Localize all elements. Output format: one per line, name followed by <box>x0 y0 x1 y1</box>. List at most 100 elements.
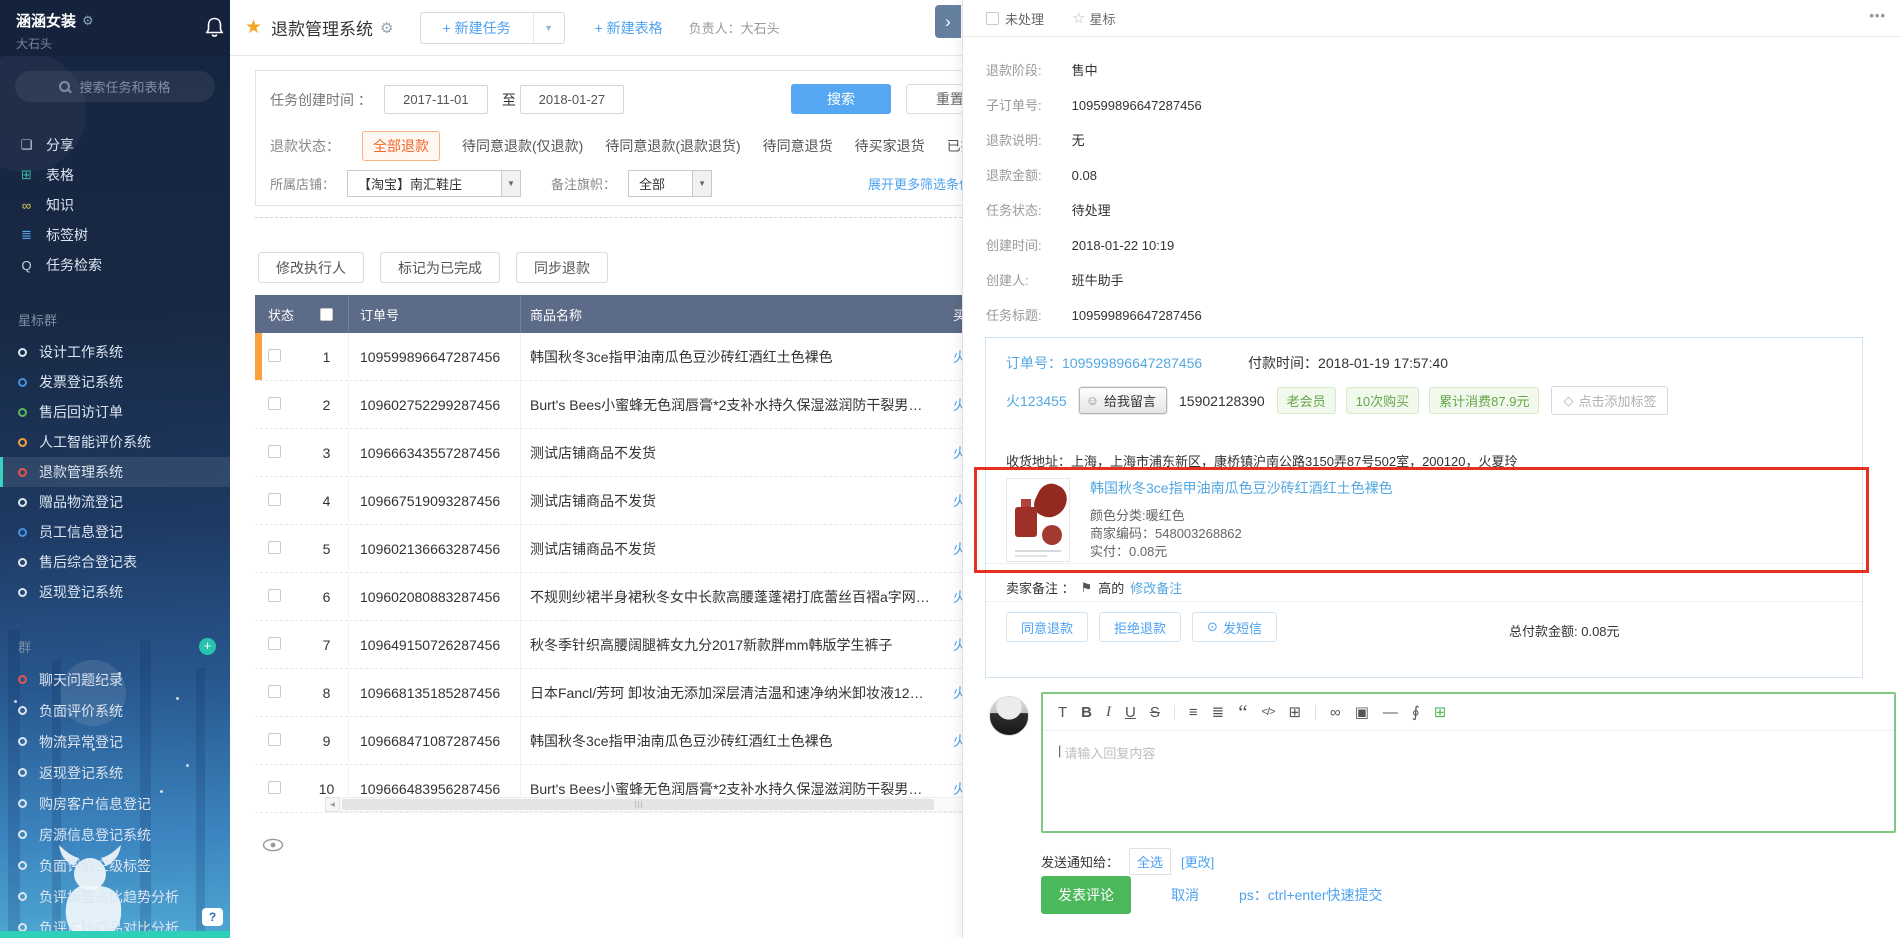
row-checkbox[interactable] <box>268 781 281 794</box>
product-title-link[interactable]: 韩国秋冬3ce指甲油南瓜色豆沙砖红酒红土色裸色 <box>1090 478 1393 498</box>
row-checkbox[interactable] <box>268 541 281 554</box>
strikethrough-icon[interactable]: S <box>1150 705 1160 720</box>
hr-icon[interactable]: — <box>1383 705 1398 720</box>
sidebar-item-tables[interactable]: ⊞ 表格 <box>0 160 230 190</box>
row-checkbox[interactable] <box>268 685 281 698</box>
refund-status-option-active[interactable]: 全部退款 <box>362 131 440 161</box>
table-row[interactable]: 1 109599896647287456 韩国秋冬3ce指甲油南瓜色豆沙砖红酒红… <box>255 333 967 381</box>
bulk-action-button[interactable]: 同步退款 <box>516 252 608 283</box>
scrollbar-thumb[interactable] <box>342 799 934 810</box>
scrollbar-track[interactable] <box>340 797 967 812</box>
help-bubble-icon[interactable]: ? <box>202 908 223 926</box>
sidebar-group-item[interactable]: 返现登记系统 <box>0 757 230 788</box>
sidebar-item-knowledge[interactable]: ∞ 知识 <box>0 190 230 220</box>
notify-change-link[interactable]: [更改] <box>1181 852 1214 871</box>
table-row[interactable]: 4 109667519093287456 测试店铺商品不发货 火 <box>255 477 967 525</box>
unprocessed-checkbox[interactable] <box>986 12 999 25</box>
bulk-action-button[interactable]: 修改执行人 <box>258 252 364 283</box>
date-from-input[interactable]: 2017-11-01 <box>384 85 488 114</box>
sidebar-group-item[interactable]: 退款管理系统 <box>0 457 230 487</box>
sidebar-item-task-search[interactable]: Q 任务检索 <box>0 250 230 280</box>
search-button[interactable]: 搜索 <box>791 84 891 114</box>
notifications-bell-icon[interactable] <box>204 16 225 39</box>
send-sms-button[interactable]: ⊙ 发短信 <box>1192 612 1277 642</box>
reply-input[interactable]: | 请输入回复内容 <box>1043 731 1894 831</box>
leave-message-button[interactable]: ☺ 给我留言 <box>1079 387 1167 414</box>
order-number-link[interactable]: 订单号：109599896647287456 <box>1006 355 1202 371</box>
quote-icon[interactable]: “ <box>1238 708 1247 716</box>
refund-status-option[interactable]: 待同意退货 <box>763 136 833 156</box>
link-icon[interactable]: ∞ <box>1315 705 1341 720</box>
collapse-panel-button[interactable]: › <box>935 5 961 38</box>
row-checkbox[interactable] <box>268 493 281 506</box>
sidebar-group-item[interactable]: 房源信息登记系统 <box>0 819 230 850</box>
unordered-list-icon[interactable]: ≣ <box>1212 705 1225 720</box>
sidebar-group-item[interactable]: 负面评价三级标签 <box>0 850 230 881</box>
code-icon[interactable]: </> <box>1262 707 1275 718</box>
bulk-action-button[interactable]: 标记为已完成 <box>380 252 500 283</box>
buyer-nick-link[interactable]: 火123455 <box>1006 391 1067 411</box>
star-outline-icon[interactable]: ☆ <box>1072 9 1085 27</box>
italic-icon[interactable]: I <box>1106 705 1111 720</box>
horizontal-scrollbar[interactable]: ◂ <box>325 797 967 812</box>
table-row[interactable]: 8 109668135185287456 日本Fancl/芳珂 卸妆油无添加深层… <box>255 669 967 717</box>
emoji-table-icon[interactable]: ⊞ <box>1434 705 1447 720</box>
image-icon[interactable]: ▣ <box>1355 705 1369 720</box>
refuse-refund-button[interactable]: 拒绝退款 <box>1099 612 1181 642</box>
row-checkbox[interactable] <box>268 349 281 362</box>
shop-select[interactable]: 【淘宝】南汇鞋庄 ▼ <box>347 170 521 197</box>
new-table-button[interactable]: + 新建表格 <box>595 18 663 38</box>
table-row[interactable]: 2 109602752299287456 Burt's Bees小蜜蜂无色润唇膏… <box>255 381 967 429</box>
sidebar-group-item[interactable]: 聊天问题纪录 <box>0 664 230 695</box>
post-comment-button[interactable]: 发表评论 <box>1041 876 1131 914</box>
sidebar-group-item[interactable]: 返现登记系统 <box>0 577 230 607</box>
row-checkbox[interactable] <box>268 733 281 746</box>
refund-status-option[interactable]: 待同意退款(仅退款) <box>462 136 583 156</box>
more-options-icon[interactable]: ••• <box>1869 8 1886 23</box>
sidebar-group-item[interactable]: 设计工作系统 <box>0 337 230 367</box>
sidebar-group-item[interactable]: 人工智能评价系统 <box>0 427 230 457</box>
table-row[interactable]: 3 109666343557287456 测试店铺商品不发货 火 <box>255 429 967 477</box>
table-icon[interactable]: ⊞ <box>1288 705 1301 720</box>
sidebar-group-item[interactable]: 赠品物流登记 <box>0 487 230 517</box>
flag-select[interactable]: 全部 ▼ <box>628 170 712 197</box>
sidebar-group-item[interactable]: 员工信息登记 <box>0 517 230 547</box>
system-settings-gear-icon[interactable]: ⚙ <box>380 19 393 37</box>
table-row[interactable]: 5 109602136663287456 测试店铺商品不发货 火 <box>255 525 967 573</box>
sidebar-group-item[interactable]: 负面评价系统 <box>0 695 230 726</box>
sidebar-item-share[interactable]: ❏ 分享 <box>0 130 230 160</box>
eye-icon[interactable] <box>262 838 284 857</box>
sidebar-group-item[interactable]: 发票登记系统 <box>0 367 230 397</box>
select-all-checkbox[interactable] <box>320 308 333 321</box>
table-row[interactable]: 9 109668471087287456 韩国秋冬3ce指甲油南瓜色豆沙砖红酒红… <box>255 717 967 765</box>
workspace-settings-gear-icon[interactable]: ⚙ <box>82 13 94 29</box>
edit-remark-link[interactable]: 修改备注 <box>1130 578 1182 597</box>
chevron-down-icon[interactable]: ▼ <box>534 23 564 33</box>
new-task-split-button[interactable]: + 新建任务 ▼ <box>420 12 565 44</box>
cancel-button[interactable]: 取消 <box>1171 885 1199 905</box>
sidebar-group-item[interactable]: 售后回访订单 <box>0 397 230 427</box>
attach-icon[interactable]: ∮ <box>1412 705 1420 720</box>
star-label[interactable]: 星标 <box>1089 9 1115 28</box>
text-format-icon[interactable]: T <box>1058 705 1067 720</box>
table-row[interactable]: 7 109649150726287456 秋冬季针织高腰阔腿裤女九分2017新款… <box>255 621 967 669</box>
expand-more-filters-link[interactable]: 展开更多筛选条件 <box>868 174 972 193</box>
sidebar-group-item[interactable]: 售后综合登记表 <box>0 547 230 577</box>
sidebar-group-item[interactable]: 负评标签占比趋势分析 <box>0 881 230 912</box>
refund-status-option[interactable]: 待买家退货 <box>855 136 925 156</box>
refund-status-option[interactable]: 待同意退款(退款退货) <box>605 136 740 156</box>
scroll-left-arrow-icon[interactable]: ◂ <box>325 797 340 812</box>
underline-icon[interactable]: U <box>1125 705 1136 720</box>
sidebar-item-tag-tree[interactable]: ≣ 标签树 <box>0 220 230 250</box>
row-checkbox[interactable] <box>268 637 281 650</box>
row-checkbox[interactable] <box>268 589 281 602</box>
sidebar-group-item[interactable]: 购房客户信息登记 <box>0 788 230 819</box>
ordered-list-icon[interactable]: ≡ <box>1174 705 1198 720</box>
product-thumbnail[interactable] <box>1006 478 1070 562</box>
new-task-button[interactable]: + 新建任务 <box>421 13 534 43</box>
agree-refund-button[interactable]: 同意退款 <box>1006 612 1088 642</box>
add-group-button[interactable]: + <box>199 638 216 655</box>
date-to-input[interactable]: 2018-01-27 <box>520 85 624 114</box>
notify-all-chip[interactable]: 全选 <box>1129 848 1171 875</box>
add-tag-button[interactable]: ◇ 点击添加标签 <box>1551 386 1668 415</box>
